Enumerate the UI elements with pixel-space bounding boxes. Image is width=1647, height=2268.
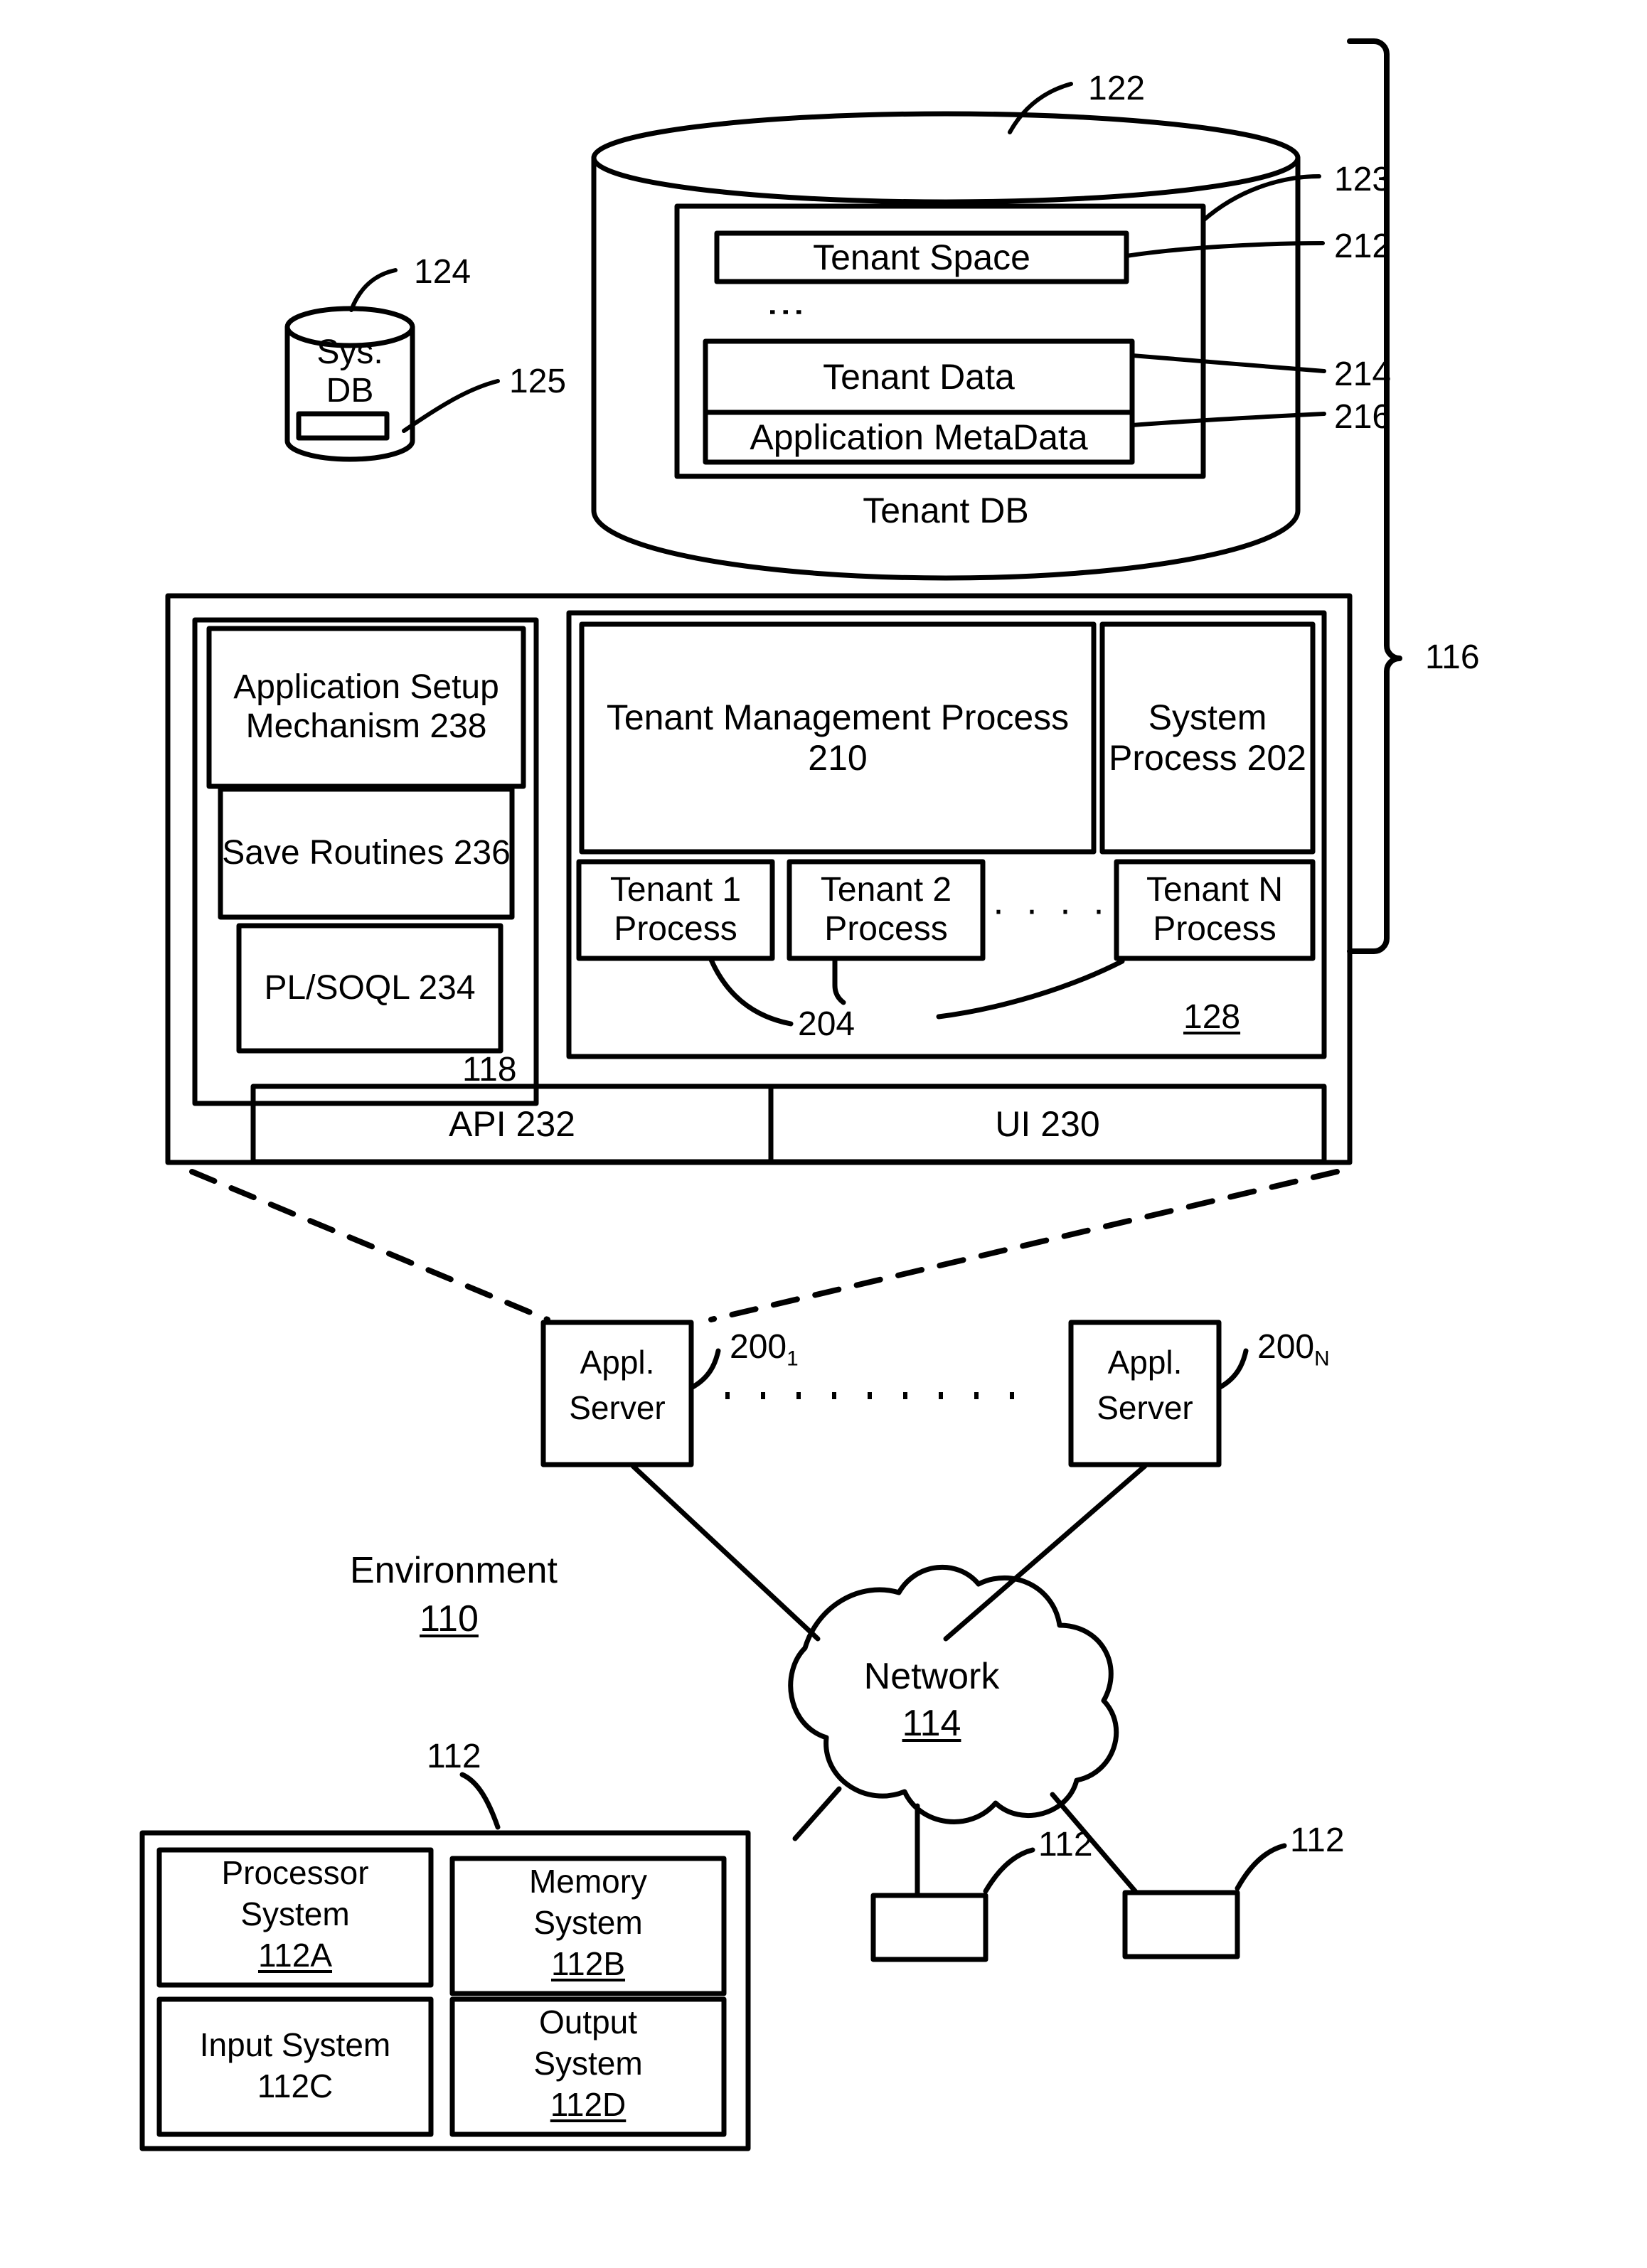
save-routines-label: Save Routines 236 [222,833,511,872]
api-label: API 232 [449,1103,575,1144]
funnel-left-dashed [189,1169,550,1322]
client-terminal-2 [1122,1890,1240,1959]
ref-122: 122 [1088,70,1146,107]
ui-label: UI 230 [995,1103,1100,1144]
sys-db-line2: DB [326,371,374,410]
ref-112a: 112A [257,1936,333,1974]
link-servern-network [943,1463,1148,1642]
memory-system-line1: Memory [528,1862,648,1900]
ref-112-terminal-2: 112 [1290,1822,1345,1859]
tenant-1-process-label: Tenant 1 Process [609,871,742,948]
ref-200-1-num: 200 [730,1328,787,1366]
link-network-user-system [792,1786,842,1841]
tenant-data-label: Tenant Data [823,356,1015,397]
ref-200-n-sub: N [1314,1347,1330,1371]
sys-db-slot [296,411,390,441]
appl-server-1-line2: Server [569,1389,666,1426]
leader-200-n [1216,1348,1249,1391]
ref-112b: 112B [550,1945,626,1982]
ref-214: 214 [1334,355,1392,393]
leader-123 [1201,174,1321,223]
input-system-line1: Input System [199,2026,391,2063]
ref-212: 212 [1334,228,1392,265]
ref-114: 114 [902,1703,961,1745]
ref-125: 125 [509,363,567,400]
leader-204-c [936,958,1125,1020]
ref-128: 128 [1183,998,1241,1036]
ref-112-terminal-1: 112 [1038,1826,1093,1863]
memory-system-line2: System [533,1903,643,1941]
tenant-space-label: Tenant Space [813,237,1030,277]
ref-123: 123 [1334,161,1392,198]
link-server1-network [630,1463,821,1642]
output-system-line1: Output [538,2003,638,2040]
appl-server-n-line1: Appl. [1107,1343,1183,1381]
system-process-label: System Process 202 [1109,697,1306,778]
ref-200-n-num: 200 [1257,1328,1315,1366]
application-setup-mechanism-label: Application Setup Mechanism 238 [233,668,499,745]
plsoql-label: PL/SOQL 234 [264,968,476,1007]
ref-112d: 112D [550,2085,627,2123]
environment-label: Environment [350,1550,558,1591]
ref-112-user-system: 112 [427,1738,481,1775]
leader-124 [349,268,398,312]
leader-204-b [832,957,846,1005]
network-label: Network [863,1656,1000,1698]
processor-system-line2: System [240,1895,350,1932]
tenant-n-process-label: Tenant N Process [1146,871,1284,948]
appl-server-1-line1: Appl. [580,1343,655,1381]
ref-110: 110 [420,1598,479,1640]
appl-server-n-line2: Server [1097,1389,1193,1426]
leader-200-1 [688,1348,721,1391]
tenant-db-vertical-ellipsis: ⋮ [764,293,808,331]
ref-204: 204 [798,1005,856,1043]
ref-112c: 112C [257,2067,334,2104]
leader-112-user-system [459,1772,501,1830]
tenant-2-process-label: Tenant 2 Process [820,871,952,948]
leader-112-terminal-1 [983,1847,1035,1894]
leader-112-terminal-2 [1235,1843,1287,1891]
patent-figure: 122 123 Tenant Space 212 ⋮ Tenant Data 2… [0,0,1647,2268]
leader-214 [1130,353,1326,373]
processor-system-line1: Processor [221,1854,369,1891]
application-metadata-label: Application MetaData [750,417,1088,457]
ref-116: 116 [1425,638,1480,676]
leader-204-a [708,957,794,1027]
leader-122 [1008,82,1073,134]
output-system-line2: System [533,2044,643,2082]
tenant-db-caption: Tenant DB [863,490,1029,530]
client-terminal-1 [870,1893,988,1962]
funnel-right-dashed [708,1169,1340,1322]
ref-216: 216 [1334,398,1392,436]
leader-216 [1130,412,1326,427]
ref-200-1: 2001 [730,1328,799,1371]
ref-200-1-sub: 1 [787,1347,799,1371]
ref-124: 124 [414,253,471,291]
sys-db-line1: Sys. [316,333,383,371]
leader-212 [1124,241,1325,258]
ref-118: 118 [462,1051,517,1088]
leader-125 [402,379,500,433]
tenant-process-ellipsis: · · · · [992,888,1110,931]
tenant-management-process-label: Tenant Management Process 210 [606,697,1070,778]
ref-200-n: 200N [1257,1328,1330,1371]
